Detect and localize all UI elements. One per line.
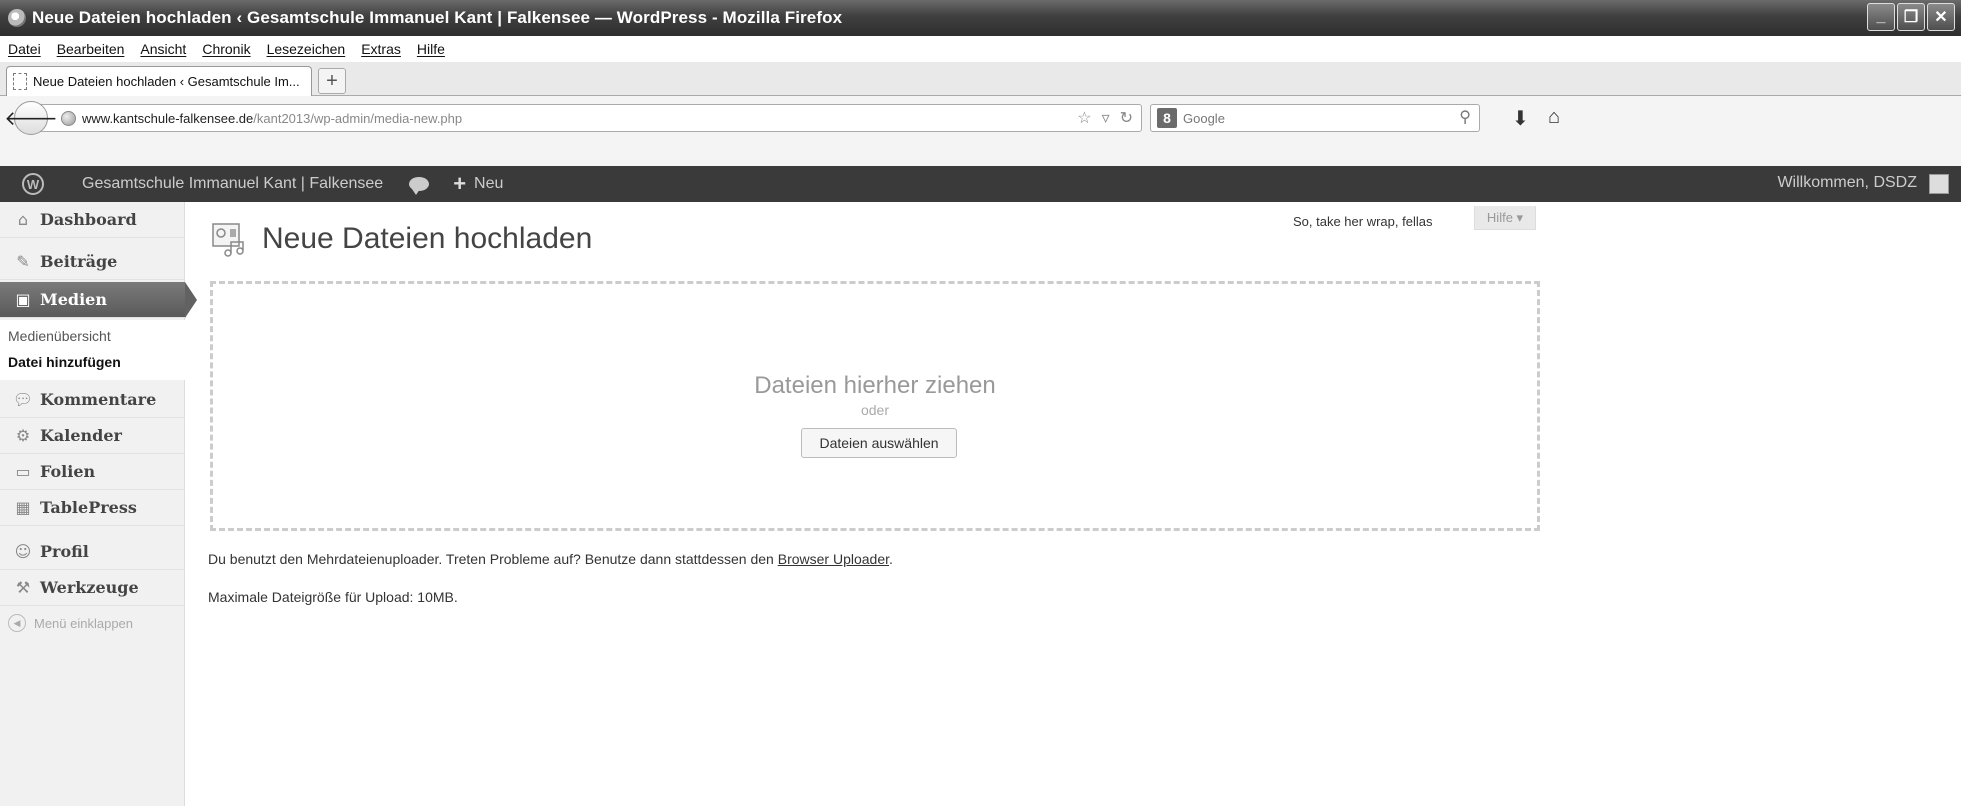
sidebar-item-label: Kommentare: [40, 390, 157, 409]
drop-zone-title: Dateien hierher ziehen: [754, 372, 996, 399]
slides-icon: ▭: [15, 462, 31, 481]
site-name-link[interactable]: Gesamtschule Immanuel Kant | Falkensee: [82, 175, 383, 193]
menu-hilfe[interactable]: Hilfe: [417, 41, 445, 57]
sidebar-item-kommentare[interactable]: 💬︎ Kommentare: [0, 382, 185, 418]
table-icon: ▦: [15, 498, 31, 517]
wordpress-logo-icon[interactable]: W: [22, 173, 44, 195]
sidebar-item-folien[interactable]: ▭ Folien: [0, 454, 185, 490]
drop-zone-or: oder: [860, 402, 890, 418]
calendar-icon: ⚙: [15, 426, 31, 445]
back-button[interactable]: 🡐: [4, 101, 58, 135]
sidebar-item-label: TablePress: [40, 498, 137, 517]
google-icon: 8: [1157, 108, 1177, 128]
menu-bearbeiten[interactable]: Bearbeiten: [57, 41, 125, 57]
home-icon[interactable]: ⌂: [1548, 106, 1560, 129]
media-icon: ▣: [15, 290, 31, 309]
sidebar-item-label: Profil: [40, 542, 89, 561]
page-icon: [13, 73, 27, 90]
max-upload-size: Maximale Dateigröße für Upload: 10MB.: [208, 589, 458, 605]
media-submenu: Medienübersicht Datei hinzufügen: [0, 320, 185, 380]
browser-tab[interactable]: Neue Dateien hochladen ‹ Gesamtschule Im…: [6, 66, 312, 96]
bookmark-star-icon[interactable]: ☆: [1077, 108, 1091, 128]
window-title: Neue Dateien hochladen ‹ Gesamtschule Im…: [32, 8, 843, 27]
url-domain: www.kantschule-falkensee.de: [82, 110, 254, 126]
new-content-menu[interactable]: + Neu: [453, 171, 503, 197]
tab-title: Neue Dateien hochladen ‹ Gesamtschule Im…: [33, 74, 300, 89]
browser-uploader-link[interactable]: Browser Uploader: [778, 551, 889, 567]
maximize-button[interactable]: ❐: [1897, 3, 1925, 31]
menu-ansicht[interactable]: Ansicht: [140, 41, 186, 57]
sidebar-item-dashboard[interactable]: ⌂ Dashboard: [0, 202, 185, 238]
sidebar-item-kalender[interactable]: ⚙ Kalender: [0, 418, 185, 454]
dropdown-arrow-icon[interactable]: ▿: [1102, 108, 1110, 128]
welcome-text[interactable]: Willkommen, DSDZ: [1777, 174, 1917, 192]
users-icon: ☺: [14, 542, 32, 561]
sidebar-item-label: Kalender: [40, 426, 122, 445]
pushpin-icon: ✎: [16, 252, 30, 271]
new-tab-button[interactable]: +: [318, 68, 346, 94]
admin-sidebar: ⌂ Dashboard ✎ Beiträge ▣ Medien Medienüb…: [0, 202, 197, 806]
tools-icon: ⚒: [15, 578, 31, 597]
url-bar[interactable]: www.kantschule-falkensee.de/kant2013/wp-…: [40, 104, 1142, 132]
collapse-label: Menü einklappen: [34, 615, 134, 631]
sidebar-item-label: Beiträge: [40, 252, 118, 271]
menu-chronik[interactable]: Chronik: [202, 41, 250, 57]
minimize-button[interactable]: _: [1867, 3, 1895, 31]
browser-menubar: Datei Bearbeiten Ansicht Chronik Lesezei…: [0, 36, 1961, 62]
new-label: Neu: [474, 175, 504, 192]
search-icon[interactable]: ⚲: [1459, 107, 1471, 127]
home-icon: ⌂: [17, 210, 29, 229]
url-path: /kant2013/wp-admin/media-new.php: [253, 110, 463, 126]
window-controls: _ ❐ ✕: [1867, 3, 1955, 31]
reload-icon[interactable]: ↻: [1120, 108, 1133, 128]
sidebar-item-label: Medien: [40, 290, 107, 309]
sidebar-item-label: Werkzeuge: [40, 578, 139, 597]
window-titlebar: Neue Dateien hochladen ‹ Gesamtschule Im…: [0, 0, 1961, 36]
menu-datei[interactable]: Datei: [8, 41, 41, 57]
menu-lesezeichen[interactable]: Lesezeichen: [267, 41, 346, 57]
sidebar-item-label: Folien: [40, 462, 96, 481]
submenu-item-medienuebersicht[interactable]: Medienübersicht: [8, 328, 111, 344]
collapse-menu-button[interactable]: ◀ Menü einklappen: [8, 614, 133, 632]
sidebar-item-profil[interactable]: ☺ Profil: [0, 534, 185, 570]
avatar[interactable]: [1929, 174, 1949, 194]
uploader-info-end: .: [889, 551, 893, 567]
comment-icon: 💬︎: [12, 390, 34, 409]
comments-icon[interactable]: [409, 177, 430, 195]
submenu-item-datei-hinzufuegen[interactable]: Datei hinzufügen: [8, 354, 121, 370]
sidebar-item-tablepress[interactable]: ▦ TablePress: [0, 490, 185, 526]
upload-drop-zone[interactable]: Dateien hierher ziehen oder Dateien ausw…: [210, 281, 1540, 531]
sidebar-item-beitraege[interactable]: ✎ Beiträge: [0, 244, 185, 280]
firefox-icon: [8, 9, 26, 27]
sidebar-item-medien[interactable]: ▣ Medien: [0, 282, 197, 318]
tagline-text: So, take her wrap, fellas: [1293, 214, 1433, 229]
sidebar-item-werkzeuge[interactable]: ⚒ Werkzeuge: [0, 570, 185, 606]
globe-icon: [61, 110, 76, 126]
collapse-arrow-icon: ◀: [8, 614, 26, 632]
close-button[interactable]: ✕: [1927, 3, 1955, 31]
media-page-icon: [212, 223, 244, 257]
select-files-button[interactable]: Dateien auswählen: [801, 428, 957, 458]
sidebar-item-label: Dashboard: [40, 210, 137, 229]
download-icon[interactable]: ⬇: [1512, 106, 1529, 131]
uploader-info-text: Du benutzt den Mehrdateienuploader. Tret…: [208, 551, 778, 567]
menu-extras[interactable]: Extras: [361, 41, 401, 57]
wp-admin-bar: W Gesamtschule Immanuel Kant | Falkensee…: [0, 166, 1961, 202]
help-button[interactable]: Hilfe ▾: [1474, 206, 1536, 230]
search-engine-label: Google: [1183, 110, 1225, 126]
uploader-info: Du benutzt den Mehrdateienuploader. Tret…: [208, 551, 893, 567]
plus-icon: +: [453, 171, 467, 196]
browser-navbar: www.kantschule-falkensee.de/kant2013/wp-…: [0, 96, 1961, 166]
browser-tabbar: Neue Dateien hochladen ‹ Gesamtschule Im…: [0, 62, 1961, 96]
search-bar[interactable]: 8 Google ⚲: [1150, 104, 1480, 132]
page-title: Neue Dateien hochladen: [262, 222, 593, 255]
